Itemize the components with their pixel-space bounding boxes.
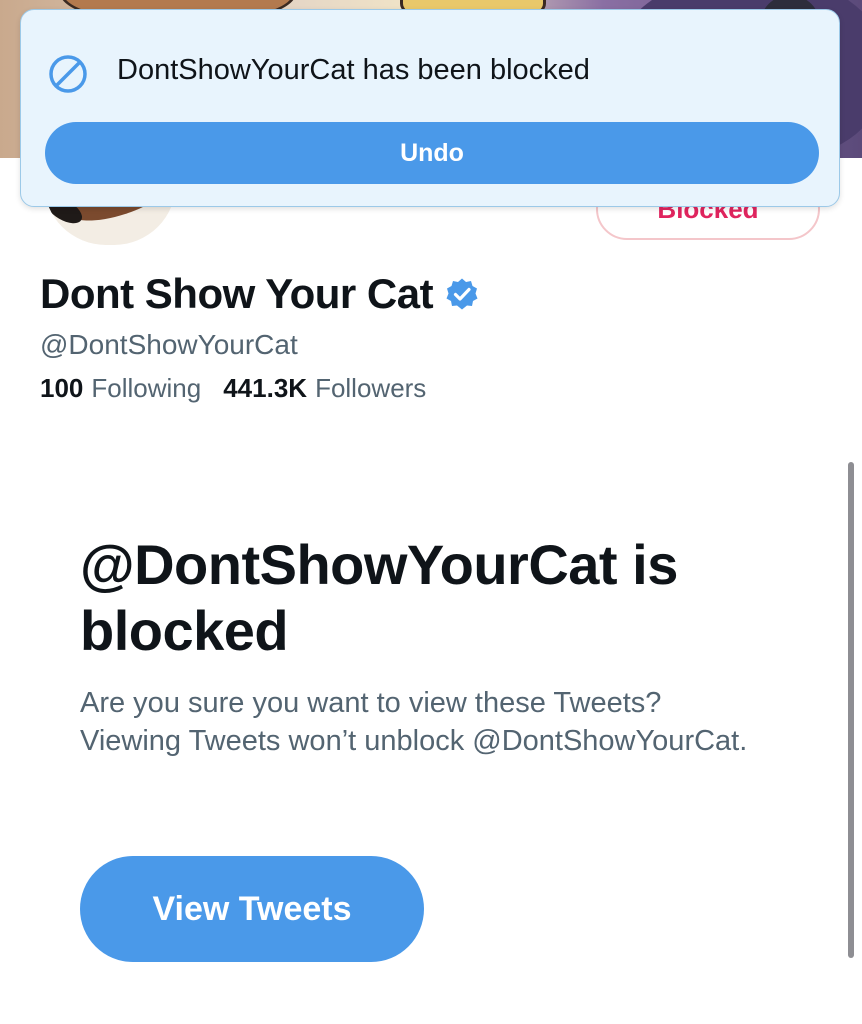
following-link[interactable]: 100 Following — [40, 370, 201, 406]
display-name: Dont Show Your Cat — [40, 270, 434, 317]
view-tweets-button[interactable]: View Tweets — [80, 856, 424, 962]
followers-label: Followers — [315, 373, 427, 403]
profile-handle: @DontShowYourCat — [40, 329, 298, 360]
undo-button[interactable]: Undo — [45, 122, 819, 184]
blocked-toast: DontShowYourCat has been blocked Undo — [20, 9, 840, 207]
blocked-description: Are you sure you want to view these Twee… — [80, 687, 748, 757]
blocked-title: @DontShowYourCat is blocked — [80, 533, 678, 662]
profile-stats: 100 Following 441.3K Followers — [40, 370, 426, 406]
followers-link[interactable]: 441.3K Followers — [223, 370, 426, 406]
verified-badge-icon[interactable] — [445, 277, 479, 311]
toast-message: DontShowYourCat has been blocked — [117, 54, 590, 86]
following-count: 100 — [40, 373, 84, 403]
scrollbar[interactable] — [848, 462, 854, 958]
block-icon — [49, 55, 87, 93]
following-label: Following — [91, 373, 202, 403]
followers-count: 441.3K — [223, 373, 308, 403]
profile-name-row: Dont Show Your Cat — [40, 268, 479, 320]
